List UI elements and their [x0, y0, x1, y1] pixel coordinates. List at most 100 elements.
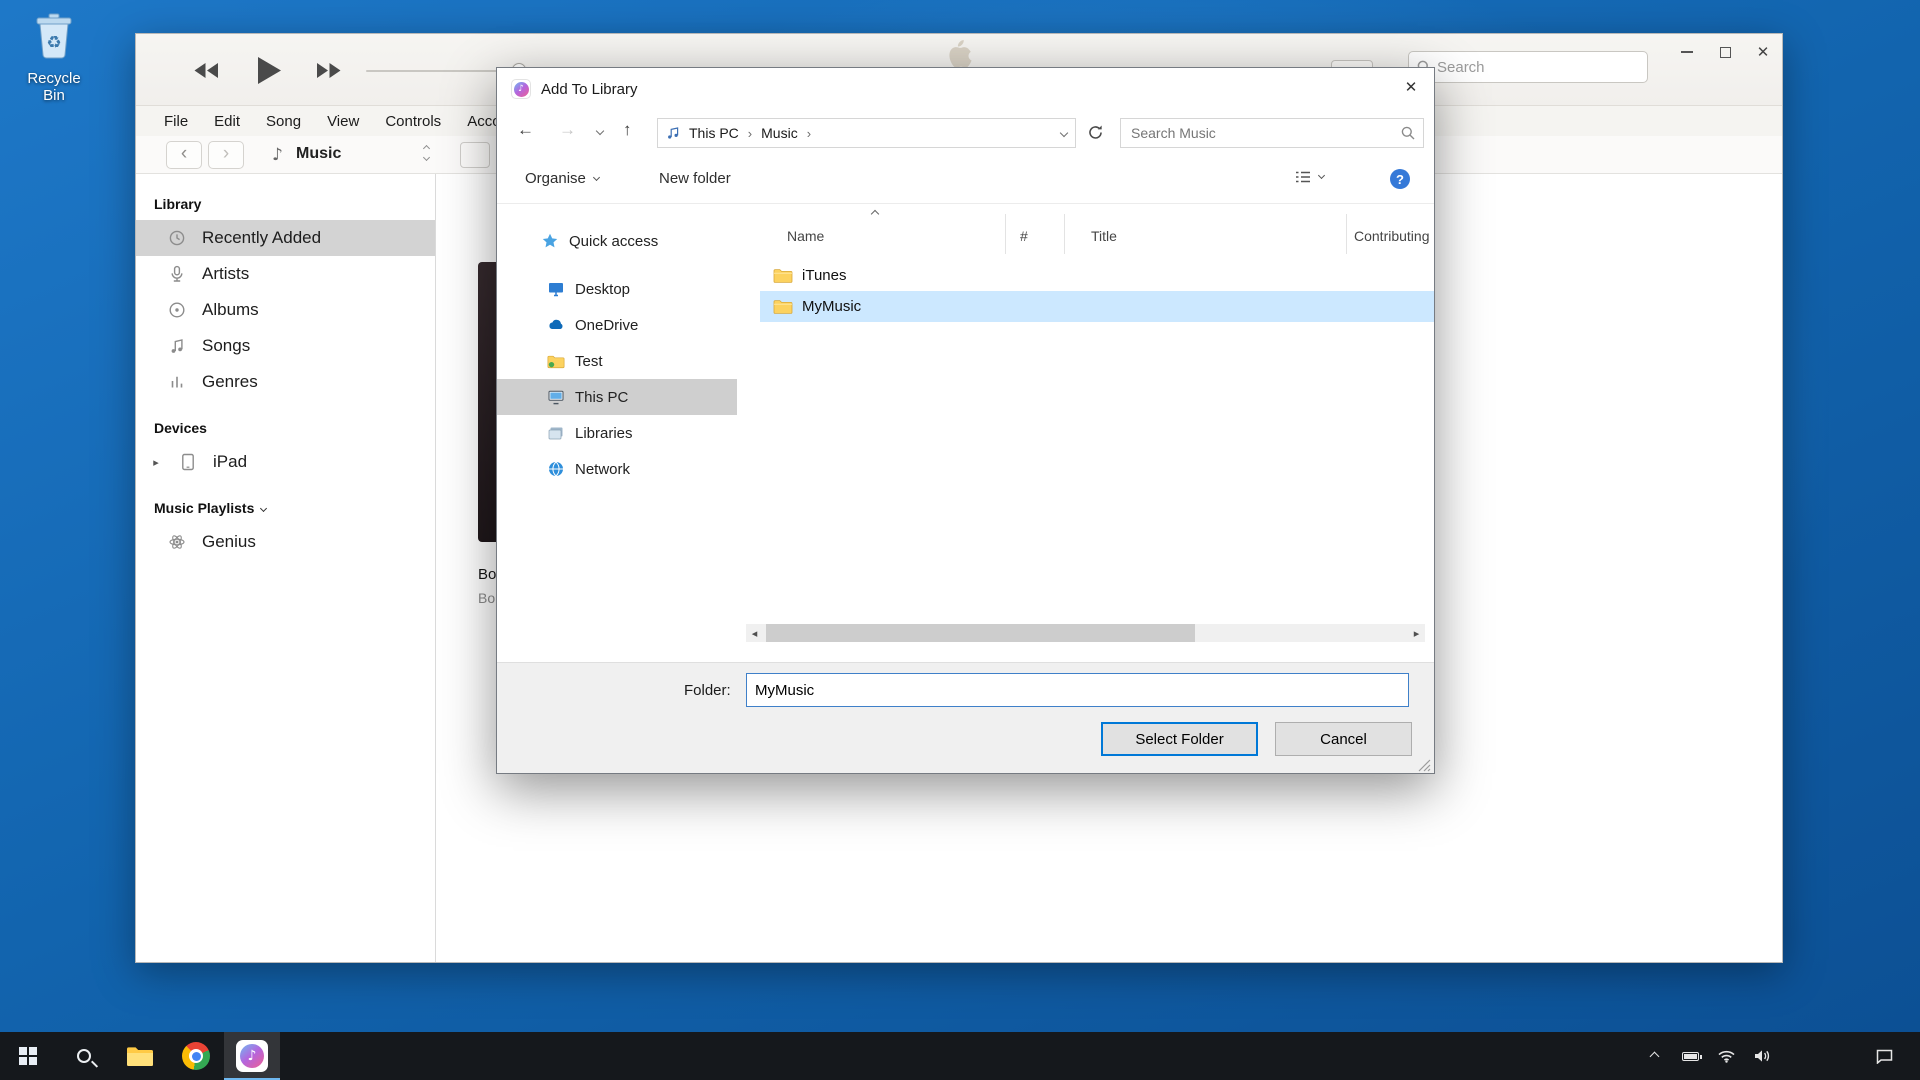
- file-row-itunes[interactable]: iTunes: [760, 260, 1434, 291]
- maximize-button[interactable]: [1710, 40, 1740, 64]
- nav-forward-button[interactable]: →: [559, 120, 576, 140]
- breadcrumb-separator[interactable]: ›: [807, 126, 811, 141]
- itunes-search-input[interactable]: [1437, 59, 1617, 76]
- tree-item-network[interactable]: Network: [497, 451, 737, 487]
- disclosure-triangle-icon[interactable]: ▸: [149, 456, 163, 469]
- column-header-contributing-artists[interactable]: Contributing artists: [1354, 228, 1434, 244]
- folder-name-input[interactable]: [746, 673, 1409, 707]
- taskbar-itunes-button[interactable]: ♪: [224, 1032, 280, 1080]
- tree-item-this-pc[interactable]: This PC: [497, 379, 737, 415]
- apple-logo-icon: [946, 40, 972, 70]
- minimize-button[interactable]: [1672, 40, 1702, 64]
- tree-item-libraries[interactable]: Libraries: [497, 415, 737, 451]
- address-dropdown-icon[interactable]: [1060, 129, 1068, 137]
- organise-button[interactable]: Organise: [525, 170, 599, 187]
- dialog-main-area: Quick access Desktop OneDrive: [497, 204, 1434, 662]
- recycle-bin-shortcut[interactable]: ♻ Recycle Bin: [18, 10, 90, 104]
- horizontal-scrollbar[interactable]: ◂ ▸: [746, 624, 1425, 642]
- nav-up-button[interactable]: ↑: [623, 120, 632, 140]
- menu-item-file[interactable]: File: [164, 113, 188, 130]
- miniplayer-thumbnail[interactable]: [460, 142, 490, 168]
- cancel-button[interactable]: Cancel: [1275, 722, 1412, 756]
- rewind-button[interactable]: [194, 63, 219, 78]
- help-button[interactable]: ?: [1390, 169, 1410, 189]
- sidebar-item-label: Recently Added: [202, 228, 321, 248]
- refresh-button[interactable]: [1087, 124, 1104, 141]
- action-center-icon[interactable]: [1874, 1046, 1894, 1066]
- svg-text:♻: ♻: [46, 33, 61, 53]
- taskbar-file-explorer-button[interactable]: [112, 1032, 168, 1080]
- battery-icon[interactable]: [1680, 1046, 1700, 1066]
- volume-icon[interactable]: [1752, 1046, 1772, 1066]
- tree-item-desktop[interactable]: Desktop: [497, 271, 737, 307]
- tree-item-quick-access[interactable]: Quick access: [497, 223, 737, 259]
- file-list-header: Name # Title Contributing artists: [760, 204, 1434, 260]
- taskbar-search-button[interactable]: [56, 1032, 112, 1080]
- desktop[interactable]: ♻ Recycle Bin: [0, 0, 1920, 1080]
- column-header-name[interactable]: Name: [787, 228, 824, 244]
- address-bar[interactable]: This PC › Music ›: [657, 118, 1076, 148]
- forward-button[interactable]: ›: [208, 141, 244, 169]
- tree-item-label: Desktop: [575, 281, 630, 298]
- media-selector-chevrons[interactable]: [424, 146, 429, 160]
- sidebar-item-genius[interactable]: Genius: [136, 524, 435, 560]
- select-folder-button[interactable]: Select Folder: [1101, 722, 1258, 756]
- chevron-down-icon: [260, 504, 267, 511]
- sidebar-header-library: Library: [136, 188, 435, 220]
- column-divider[interactable]: [1346, 214, 1347, 254]
- sidebar-item-recently-added[interactable]: Recently Added: [136, 220, 435, 256]
- dialog-close-button[interactable]: ✕: [1388, 69, 1434, 105]
- column-divider[interactable]: [1005, 214, 1006, 254]
- column-header-title[interactable]: Title: [1091, 228, 1117, 244]
- column-divider[interactable]: [1064, 214, 1065, 254]
- tree-item-test[interactable]: Test: [497, 343, 737, 379]
- add-to-library-dialog: ♪ Add To Library ✕ ← → ↑ This PC › Music…: [496, 67, 1435, 774]
- dialog-title-bar[interactable]: ♪ Add To Library ✕: [497, 68, 1434, 110]
- sidebar-item-label: Songs: [202, 336, 250, 356]
- sidebar-header-music-playlists[interactable]: Music Playlists: [136, 492, 435, 524]
- menu-item-edit[interactable]: Edit: [214, 113, 240, 130]
- sidebar-item-ipad[interactable]: ▸ iPad: [136, 444, 435, 480]
- sidebar-item-artists[interactable]: Artists: [136, 256, 435, 292]
- back-button[interactable]: ‹: [166, 141, 202, 169]
- dialog-search-input[interactable]: [1131, 125, 1401, 141]
- taskbar-chrome-button[interactable]: [168, 1032, 224, 1080]
- menu-item-controls[interactable]: Controls: [385, 113, 441, 130]
- tree-item-onedrive[interactable]: OneDrive: [497, 307, 737, 343]
- file-row-mymusic[interactable]: MyMusic: [760, 291, 1434, 322]
- nav-back-button[interactable]: ←: [517, 120, 534, 140]
- menu-item-view[interactable]: View: [327, 113, 359, 130]
- close-button[interactable]: ✕: [1748, 40, 1778, 64]
- dialog-search-box[interactable]: [1120, 118, 1424, 148]
- sidebar-item-genres[interactable]: Genres: [136, 364, 435, 400]
- scroll-left-button[interactable]: ◂: [746, 624, 763, 642]
- scroll-right-button[interactable]: ▸: [1408, 624, 1425, 642]
- scrollbar-thumb[interactable]: [766, 624, 1195, 642]
- hidden-icons-chevron[interactable]: [1644, 1046, 1664, 1066]
- start-button[interactable]: [0, 1032, 56, 1080]
- sidebar-item-label: iPad: [213, 452, 247, 472]
- breadcrumb-this-pc[interactable]: This PC: [680, 125, 748, 141]
- menu-item-song[interactable]: Song: [266, 113, 301, 130]
- vinyl-record-icon: [168, 301, 186, 319]
- wifi-icon[interactable]: [1716, 1046, 1736, 1066]
- resize-grip[interactable]: [1418, 759, 1431, 772]
- fast-forward-button[interactable]: [316, 63, 341, 78]
- new-folder-button[interactable]: New folder: [659, 170, 731, 187]
- chevron-down-icon: [1318, 172, 1325, 179]
- media-selector[interactable]: Music: [296, 145, 341, 163]
- taskbar: ♪: [0, 1032, 1920, 1080]
- sidebar-item-songs[interactable]: Songs: [136, 328, 435, 364]
- computer-icon: [547, 388, 565, 406]
- sidebar-item-albums[interactable]: Albums: [136, 292, 435, 328]
- recycle-bin-icon: ♻: [31, 10, 77, 62]
- tree-item-label: Quick access: [569, 233, 658, 250]
- column-header-number[interactable]: #: [1020, 228, 1028, 244]
- chevron-down-icon: [593, 173, 600, 180]
- play-button[interactable]: [258, 57, 281, 84]
- breadcrumb-music[interactable]: Music: [752, 125, 807, 141]
- tablet-icon: [179, 453, 197, 471]
- change-view-button[interactable]: [1295, 170, 1324, 184]
- itunes-search-field[interactable]: [1408, 51, 1648, 83]
- nav-history-chevron-icon[interactable]: [596, 127, 604, 135]
